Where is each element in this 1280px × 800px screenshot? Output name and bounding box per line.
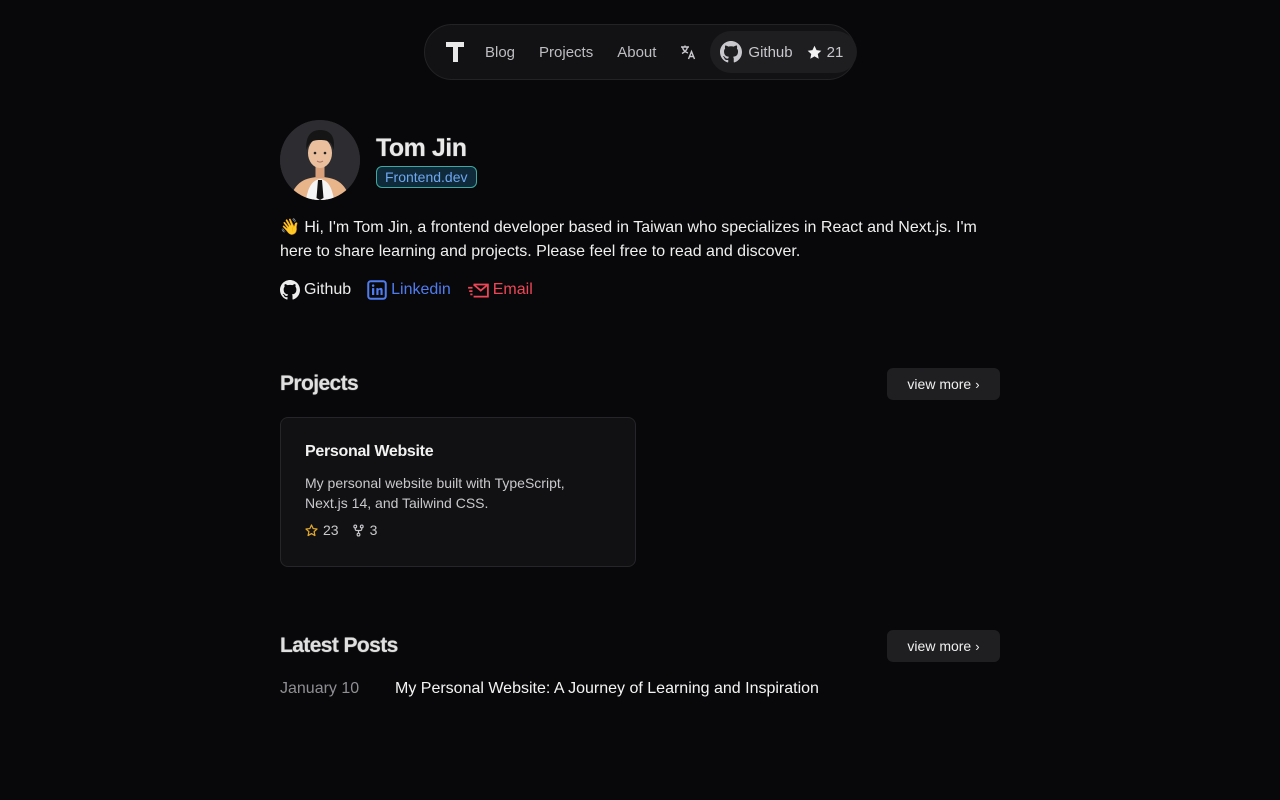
projects-title: Projects xyxy=(280,372,359,395)
github-link-label: Github xyxy=(304,281,352,298)
view-more-label: view more xyxy=(907,376,972,392)
chevron-right-icon: › xyxy=(975,638,980,654)
avatar xyxy=(280,120,360,200)
social-links: Github Linkedin Email xyxy=(280,280,1000,300)
post-list-item[interactable]: January 10 My Personal Website: A Journe… xyxy=(280,680,1000,698)
profile-bio: 👋 Hi, I'm Tom Jin, a frontend developer … xyxy=(280,219,977,260)
profile-name: Tom Jin xyxy=(376,134,467,162)
github-label: Github xyxy=(748,43,793,61)
chevron-right-icon: › xyxy=(975,376,980,392)
email-link-label: Email xyxy=(492,281,533,298)
nav-link-projects[interactable]: Projects xyxy=(539,44,593,61)
post-date: January 10 xyxy=(280,680,360,697)
profile-text: Tom Jin Frontend.dev xyxy=(376,132,477,188)
star-outline-icon xyxy=(305,523,318,536)
github-icon xyxy=(280,280,300,300)
main-content: Tom Jin Frontend.dev 👋 Hi, I'm Tom Jin, … xyxy=(280,120,1000,697)
nav-link-blog[interactable]: Blog xyxy=(485,44,515,61)
nav-link-about[interactable]: About xyxy=(617,44,656,61)
projects-header: Projects view more › xyxy=(280,368,1000,400)
star-icon xyxy=(807,45,821,59)
posts-title: Latest Posts xyxy=(280,634,398,657)
project-fork-count: 3 xyxy=(369,522,378,538)
github-stars-button[interactable]: Github 21 xyxy=(710,31,858,73)
view-more-label: view more xyxy=(907,638,972,654)
top-navbar: Blog Projects About Github 21 xyxy=(424,24,858,80)
github-star-count: 21 xyxy=(826,43,844,61)
posts-header: Latest Posts view more › xyxy=(280,630,1000,662)
email-icon xyxy=(467,283,489,298)
latest-posts-section: Latest Posts view more › January 10 My P… xyxy=(280,630,1000,698)
linkedin-link[interactable]: Linkedin xyxy=(367,280,451,300)
github-icon xyxy=(720,41,743,63)
projects-section: Projects view more › Personal Website My… xyxy=(280,368,1000,567)
posts-view-more-button[interactable]: view more › xyxy=(887,630,1000,662)
role-badge: Frontend.dev xyxy=(376,166,477,188)
linkedin-icon xyxy=(367,280,387,300)
project-star-count: 23 xyxy=(323,522,339,538)
linkedin-link-label: Linkedin xyxy=(391,281,451,298)
project-forks: 3 xyxy=(352,522,378,538)
project-title: Personal Website xyxy=(305,443,434,460)
project-description: My personal website built with TypeScrip… xyxy=(305,475,565,511)
email-link[interactable]: Email xyxy=(467,280,533,300)
profile-header: Tom Jin Frontend.dev xyxy=(280,120,1000,200)
github-link[interactable]: Github xyxy=(280,280,351,300)
translate-icon[interactable] xyxy=(680,43,696,61)
projects-view-more-button[interactable]: view more › xyxy=(887,368,1000,400)
post-title[interactable]: My Personal Website: A Journey of Learni… xyxy=(395,680,819,698)
t-logo-icon[interactable] xyxy=(445,42,465,62)
project-stats: 23 3 xyxy=(305,522,611,538)
project-card[interactable]: Personal Website My personal website bui… xyxy=(280,417,636,567)
fork-icon xyxy=(352,523,364,537)
